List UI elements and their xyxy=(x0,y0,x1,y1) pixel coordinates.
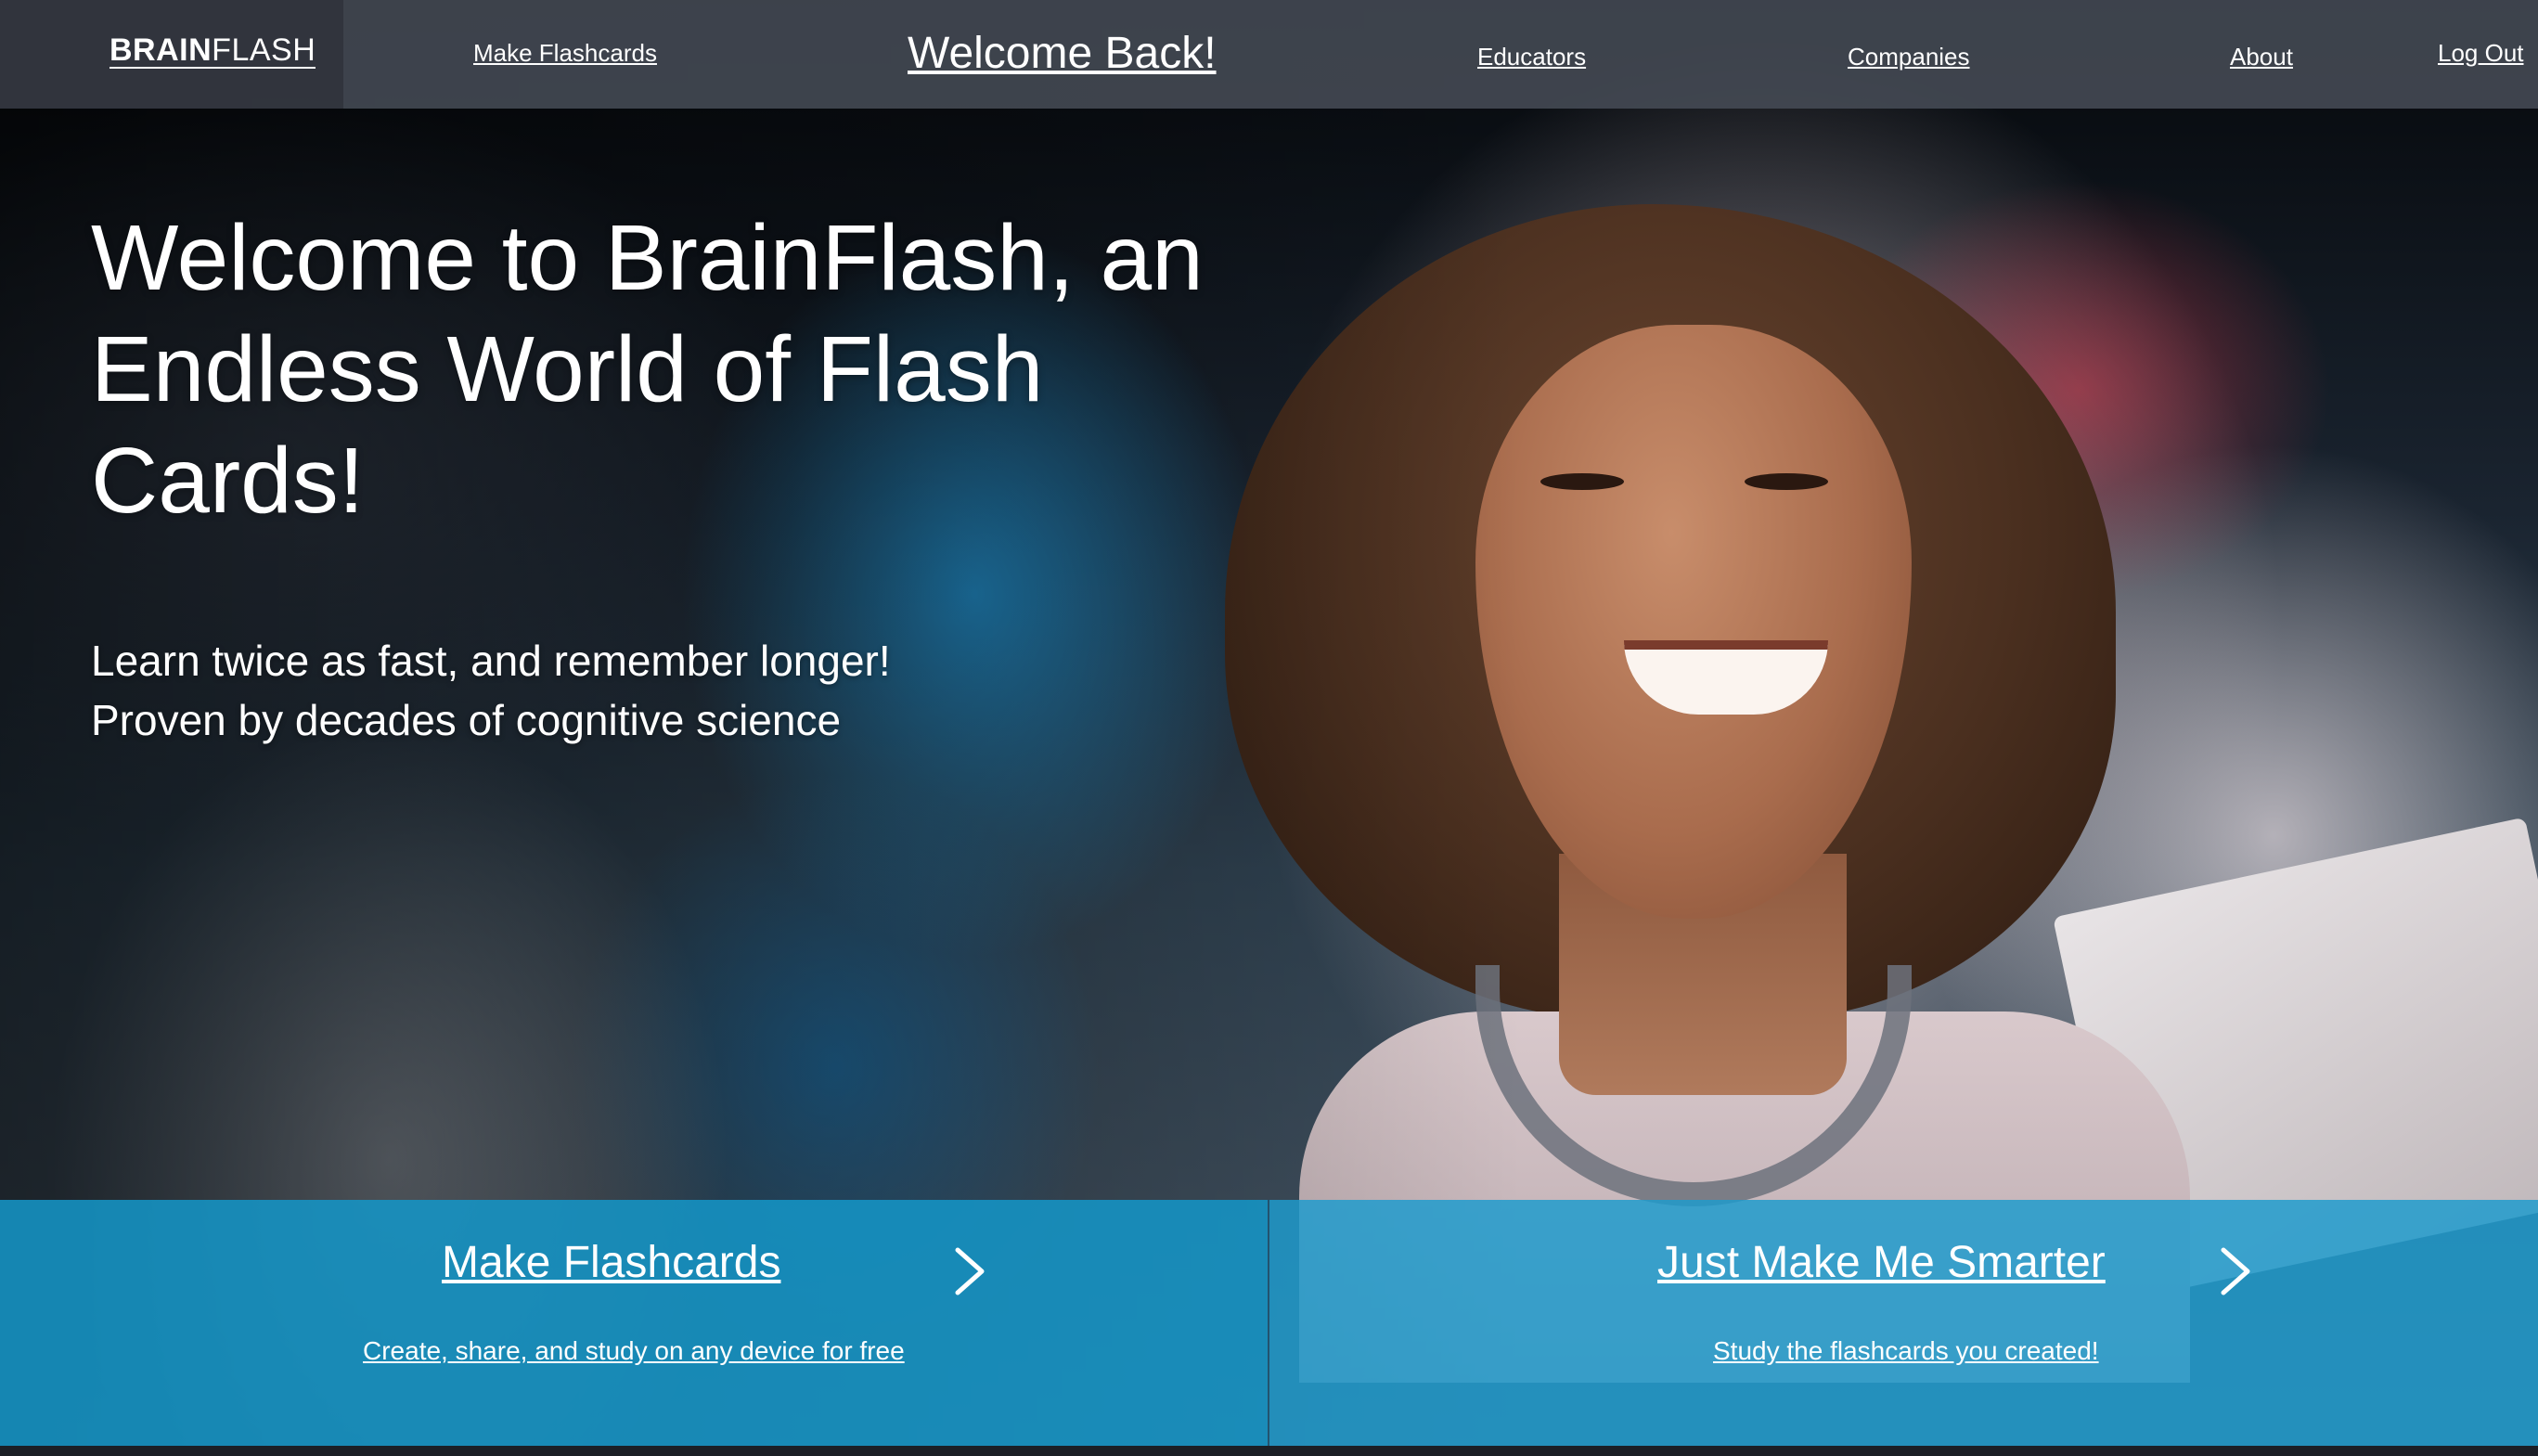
hero-subheadline-line-1: Learn twice as fast, and remember longer… xyxy=(91,637,891,685)
make-flashcards-cta-link[interactable]: Make Flashcards xyxy=(442,1237,780,1288)
make-flashcards-panel[interactable]: Make Flashcards Create, share, and study… xyxy=(0,1200,1269,1446)
hero-subheadline-line-2: Proven by decades of cognitive science xyxy=(91,696,842,744)
just-make-me-smarter-cta-link[interactable]: Just Make Me Smarter xyxy=(1657,1237,2106,1288)
hero-subheadline: Learn twice as fast, and remember longer… xyxy=(91,631,1297,750)
top-navigation-bar: BRAINFLASH Make Flashcards Welcome Back!… xyxy=(0,0,2538,109)
nav-companies-link[interactable]: Companies xyxy=(1848,43,1970,71)
cta-panels: Make Flashcards Create, share, and study… xyxy=(0,1200,2538,1446)
nav-educators-link[interactable]: Educators xyxy=(1477,43,1586,71)
chevron-right-icon[interactable] xyxy=(950,1246,987,1296)
just-make-me-smarter-panel[interactable]: Just Make Me Smarter Study the flashcard… xyxy=(1269,1200,2538,1446)
logo-text-light: FLASH xyxy=(212,32,316,68)
nav-welcome-back-link[interactable]: Welcome Back! xyxy=(908,28,1217,79)
page-bottom-edge xyxy=(0,1446,2538,1456)
logo-container: BRAINFLASH xyxy=(0,0,343,109)
study-flashcards-subtitle-link[interactable]: Study the flashcards you created! xyxy=(1713,1336,2099,1366)
brainflash-logo[interactable]: BRAINFLASH xyxy=(110,33,316,69)
make-flashcards-subtitle-link[interactable]: Create, share, and study on any device f… xyxy=(363,1336,905,1366)
nav-log-out-link[interactable]: Log Out xyxy=(2438,39,2524,68)
chevron-right-icon[interactable] xyxy=(2216,1246,2253,1296)
logo-text-bold: BRAIN xyxy=(110,32,213,68)
nav-about-link[interactable]: About xyxy=(2230,43,2293,71)
nav-make-flashcards-link[interactable]: Make Flashcards xyxy=(473,39,657,68)
hero-headline: Welcome to BrainFlash, an Endless World … xyxy=(91,206,1204,533)
